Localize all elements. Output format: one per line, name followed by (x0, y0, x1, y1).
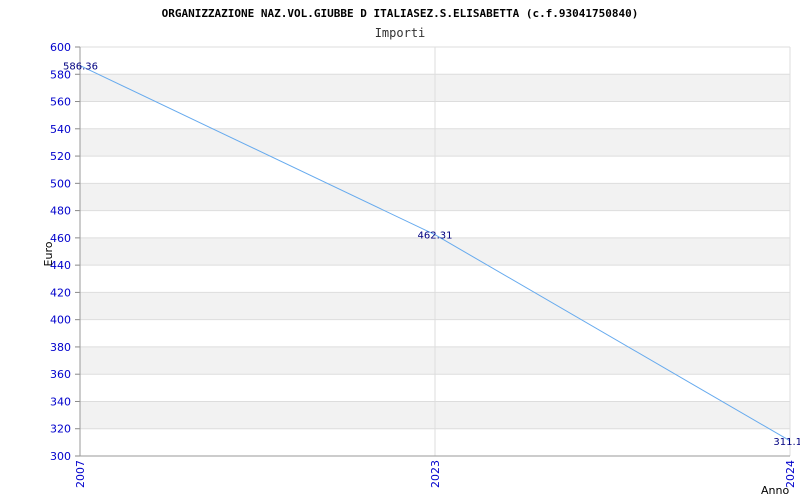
x-tick-labels: 2007 2023 2024 (74, 460, 797, 488)
y-tick-label: 340 (50, 395, 71, 408)
y-tick-label: 480 (50, 205, 71, 218)
chart-subtitle: Importi (375, 26, 426, 40)
y-tick-label: 380 (50, 341, 71, 354)
y-tick-label: 600 (50, 41, 71, 54)
x-tick-label: 2007 (74, 460, 87, 488)
line-chart: 3003203403603804004204404604805005205405… (42, 7, 800, 497)
y-tick-label: 420 (50, 286, 71, 299)
y-tick-label: 520 (50, 150, 71, 163)
data-label: 586.36 (63, 62, 98, 73)
x-axis-label: Anno (761, 484, 789, 497)
y-tick-label: 360 (50, 368, 71, 381)
chart-title: ORGANIZZAZIONE NAZ.VOL.GIUBBE D ITALIASE… (162, 7, 639, 20)
y-axis-label: Euro (42, 241, 55, 266)
y-tick-label: 320 (50, 423, 71, 436)
x-tick-label: 2023 (429, 460, 442, 488)
data-label: 311.1 (773, 437, 800, 448)
y-tick-label: 540 (50, 123, 71, 136)
y-tick-label: 500 (50, 177, 71, 190)
y-tick-label: 300 (50, 450, 71, 463)
data-label: 462.31 (418, 231, 453, 242)
y-tick-label: 560 (50, 96, 71, 109)
y-tick-label: 400 (50, 314, 71, 327)
